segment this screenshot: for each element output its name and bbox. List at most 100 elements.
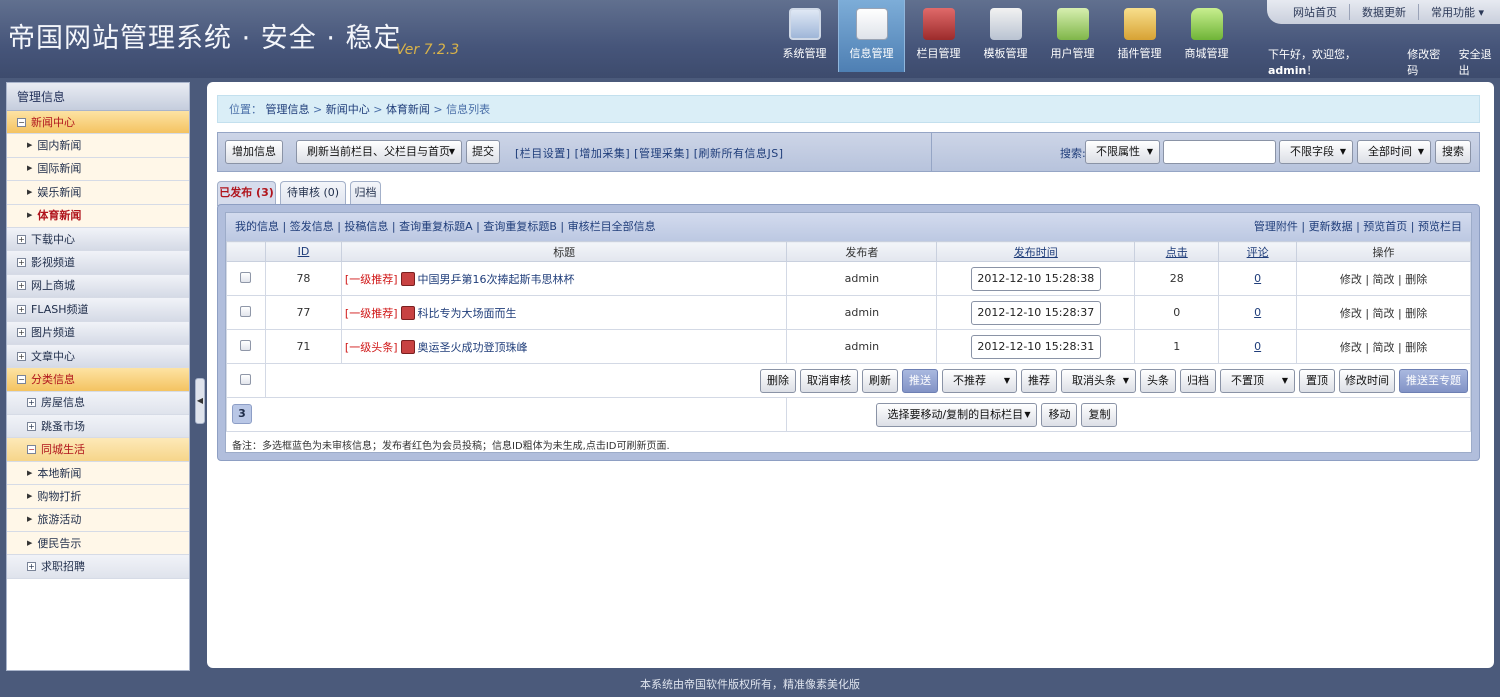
search-input[interactable] bbox=[1163, 140, 1276, 164]
row-title-link[interactable]: 奥运圣火成功登顶珠峰 bbox=[418, 341, 528, 354]
sidebar-collapse-handle[interactable]: ◀ bbox=[195, 378, 205, 424]
refresh-scope-select[interactable]: 刷新当前栏目、父栏目与首页 ▼ bbox=[296, 140, 462, 164]
row-checkbox[interactable] bbox=[240, 305, 252, 317]
nav-user[interactable]: 用户管理 bbox=[1039, 0, 1106, 72]
breadcrumb-item[interactable]: 管理信息 bbox=[266, 103, 310, 116]
sidebar-item[interactable]: ▶ 体育新闻 bbox=[7, 204, 189, 228]
sidebar-item[interactable]: ▶ 便民告示 bbox=[7, 532, 189, 556]
time-select[interactable]: 全部时间 ▼ bbox=[1357, 140, 1431, 164]
row-title-link[interactable]: 科比专为大场面而生 bbox=[418, 307, 517, 320]
column-header-comments[interactable]: 评论 bbox=[1218, 241, 1298, 262]
sidebar-item[interactable]: ▶ 购物打折 bbox=[7, 485, 189, 509]
push-to-topic-button[interactable]: 推送至专题 bbox=[1398, 369, 1468, 393]
batch-delete-button[interactable]: 删除 bbox=[759, 369, 796, 393]
row-checkbox[interactable] bbox=[240, 339, 252, 351]
headline-button[interactable]: 头条 bbox=[1139, 369, 1176, 393]
sidebar-subcategory[interactable]: + 房屋信息 bbox=[7, 391, 189, 416]
sidebar-subcategory[interactable]: − 同城生活 bbox=[7, 438, 189, 462]
nav-shop[interactable]: 商城管理 bbox=[1173, 0, 1240, 72]
recommend-button[interactable]: 推荐 bbox=[1020, 369, 1057, 393]
column-header-id[interactable]: ID bbox=[264, 241, 342, 262]
sidebar-item[interactable]: ▶ 国内新闻 bbox=[7, 134, 189, 158]
push-button[interactable]: 推送 bbox=[901, 369, 938, 393]
data-update-link[interactable]: 数据更新 bbox=[1350, 4, 1419, 20]
change-password-link[interactable]: 修改密码 bbox=[1407, 46, 1448, 78]
chevron-down-icon: ▼ bbox=[1339, 147, 1346, 156]
row-time: 2012-12-10 15:28:31 bbox=[970, 334, 1101, 359]
sidebar-tree: − 新闻中心 ▶ 国内新闻 ▶ 国际新闻 ▶ 娱乐新闻 ▶ 体育新闻 + 下载中心 + 影视频道 + 网上商城… bbox=[7, 111, 189, 579]
breadcrumb-item[interactable]: 体育新闻 bbox=[386, 103, 430, 116]
row-time: 2012-12-10 15:28:38 bbox=[970, 266, 1101, 291]
sidebar-category[interactable]: + 网上商城 bbox=[7, 274, 189, 299]
chevron-down-icon: ▼ bbox=[1417, 147, 1424, 156]
sidebar-category[interactable]: − 分类信息 bbox=[7, 368, 189, 392]
site-home-link[interactable]: 网站首页 bbox=[1281, 4, 1350, 20]
sidebar-category[interactable]: − 新闻中心 bbox=[7, 111, 189, 135]
set-top-button[interactable]: 置顶 bbox=[1298, 369, 1335, 393]
row-ops[interactable]: 修改 | 简改 | 删除 bbox=[1296, 329, 1471, 364]
title-pic-icon bbox=[400, 339, 415, 354]
nav-plugin[interactable]: 插件管理 bbox=[1106, 0, 1173, 72]
sidebar: 管理信息 − 新闻中心 ▶ 国内新闻 ▶ 国际新闻 ▶ 娱乐新闻 ▶ 体育新闻 + 下载中心 + 影视频道… bbox=[6, 82, 190, 671]
row-id[interactable]: 77 bbox=[264, 295, 342, 330]
refresh-button[interactable]: 刷新 bbox=[861, 369, 898, 393]
logout-link[interactable]: 安全退出 bbox=[1459, 46, 1500, 78]
row-comments-link[interactable]: 0 bbox=[1254, 272, 1261, 285]
common-functions-menu[interactable]: 常用功能 ▾ bbox=[1419, 4, 1496, 20]
expand-icon: + bbox=[27, 562, 36, 572]
sidebar-category[interactable]: + 图片频道 bbox=[7, 321, 189, 345]
column-header-time[interactable]: 发布时间 bbox=[936, 241, 1136, 262]
headline-level-select[interactable]: 取消头条 ▼ bbox=[1060, 369, 1136, 393]
tab-published[interactable]: 已发布 (3) bbox=[217, 181, 276, 206]
row-ops[interactable]: 修改 | 简改 | 删除 bbox=[1296, 295, 1471, 330]
sidebar-item[interactable]: ▶ 本地新闻 bbox=[7, 461, 189, 486]
sidebar-item[interactable]: ▶ 旅游活动 bbox=[7, 508, 189, 533]
search-button[interactable]: 搜索 bbox=[1435, 140, 1471, 164]
sidebar-item[interactable]: ▶ 娱乐新闻 bbox=[7, 181, 189, 205]
column-header-author: 发布者 bbox=[786, 241, 938, 262]
row-tag: [一级头条] bbox=[344, 340, 398, 354]
column-settings-links[interactable]: [栏目设置] [增加采集] [管理采集] [刷新所有信息JS] bbox=[515, 145, 784, 161]
nav-info[interactable]: 信息管理 bbox=[838, 0, 905, 72]
row-ops[interactable]: 修改 | 简改 | 删除 bbox=[1296, 261, 1471, 296]
arrow-right-icon: ▶ bbox=[27, 141, 33, 150]
collapse-icon: − bbox=[17, 117, 26, 127]
row-checkbox[interactable] bbox=[240, 271, 252, 283]
list-filter-left[interactable]: 我的信息 | 签发信息 | 投稿信息 | 查询重复标题A | 查询重复标题B |… bbox=[235, 220, 656, 233]
row-id[interactable]: 78 bbox=[264, 261, 342, 296]
row-id[interactable]: 71 bbox=[264, 329, 342, 364]
sidebar-category[interactable]: + FLASH频道 bbox=[7, 298, 189, 322]
attribute-select[interactable]: 不限属性 ▼ bbox=[1085, 140, 1160, 164]
sidebar-subcategory[interactable]: + 跳蚤市场 bbox=[7, 415, 189, 439]
list-filter-right[interactable]: 管理附件 | 更新数据 | 预览首页 | 预览栏目 bbox=[1254, 213, 1462, 241]
sidebar-item[interactable]: ▶ 国际新闻 bbox=[7, 157, 189, 182]
copy-button[interactable]: 复制 bbox=[1081, 403, 1118, 427]
column-header-clicks[interactable]: 点击 bbox=[1134, 241, 1220, 262]
change-time-button[interactable]: 修改时间 bbox=[1338, 369, 1395, 393]
sidebar-category[interactable]: + 文章中心 bbox=[7, 344, 189, 369]
row-comments-link[interactable]: 0 bbox=[1254, 340, 1261, 353]
tab-pending[interactable]: 待审核 (0) bbox=[280, 181, 346, 205]
nav-template[interactable]: 模板管理 bbox=[972, 0, 1039, 72]
sidebar-category[interactable]: + 影视频道 bbox=[7, 251, 189, 275]
top-header: 帝国网站管理系统 · 安全 · 稳定 Ver 7.2.3 系统管理 信息管理 栏… bbox=[0, 0, 1500, 78]
sidebar-subcategory[interactable]: + 求职招聘 bbox=[7, 555, 189, 579]
nav-system[interactable]: 系统管理 bbox=[771, 0, 838, 72]
target-column-select[interactable]: 选择要移动/复制的目标栏目 ▼ bbox=[876, 403, 1038, 427]
row-comments-link[interactable]: 0 bbox=[1254, 306, 1261, 319]
add-info-button[interactable]: 增加信息 bbox=[225, 140, 283, 164]
sidebar-category[interactable]: + 下载中心 bbox=[7, 227, 189, 252]
recommend-level-select[interactable]: 不推荐 ▼ bbox=[941, 369, 1017, 393]
cancel-review-button[interactable]: 取消审核 bbox=[799, 369, 858, 393]
row-title-link[interactable]: 中国男乒第16次捧起斯韦思林杯 bbox=[418, 273, 575, 286]
top-level-select[interactable]: 不置顶 ▼ bbox=[1219, 369, 1295, 393]
field-select[interactable]: 不限字段 ▼ bbox=[1279, 140, 1353, 164]
row-author: admin bbox=[786, 295, 938, 330]
select-all-checkbox[interactable] bbox=[240, 373, 252, 385]
nav-column[interactable]: 栏目管理 bbox=[905, 0, 972, 72]
move-button[interactable]: 移动 bbox=[1041, 403, 1078, 427]
tab-archive[interactable]: 归档 bbox=[350, 181, 381, 205]
submit-button[interactable]: 提交 bbox=[466, 140, 500, 164]
archive-button[interactable]: 归档 bbox=[1179, 369, 1216, 393]
breadcrumb-item[interactable]: 新闻中心 bbox=[326, 103, 370, 116]
